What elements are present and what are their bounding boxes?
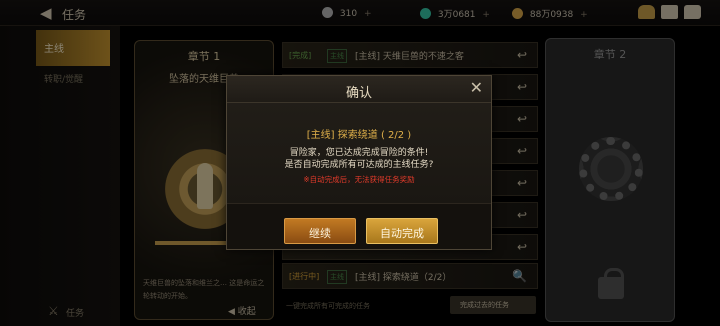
dialog-footer — [227, 203, 491, 249]
dialog-title: 确认 — [345, 86, 372, 101]
dialog-header: 确认 ✕ — [227, 76, 491, 103]
close-icon[interactable]: ✕ — [470, 80, 483, 96]
dialog-message-line2: 是否自动完成所有可达成的主线任务? — [284, 160, 434, 170]
auto-complete-button[interactable]: 自动完成 — [366, 218, 438, 244]
confirm-dialog: 确认 ✕ [主线] 探索绕道 ( 2/2 ) 冒险家，您已达成完成冒险的条件! … — [226, 75, 492, 250]
dialog-quest-title: [主线] 探索绕道 ( 2/2 ) — [306, 130, 412, 141]
dialog-warning: ※自动完成后，无法获得任务奖励 — [303, 175, 415, 184]
continue-button[interactable]: 继续 — [284, 218, 356, 244]
